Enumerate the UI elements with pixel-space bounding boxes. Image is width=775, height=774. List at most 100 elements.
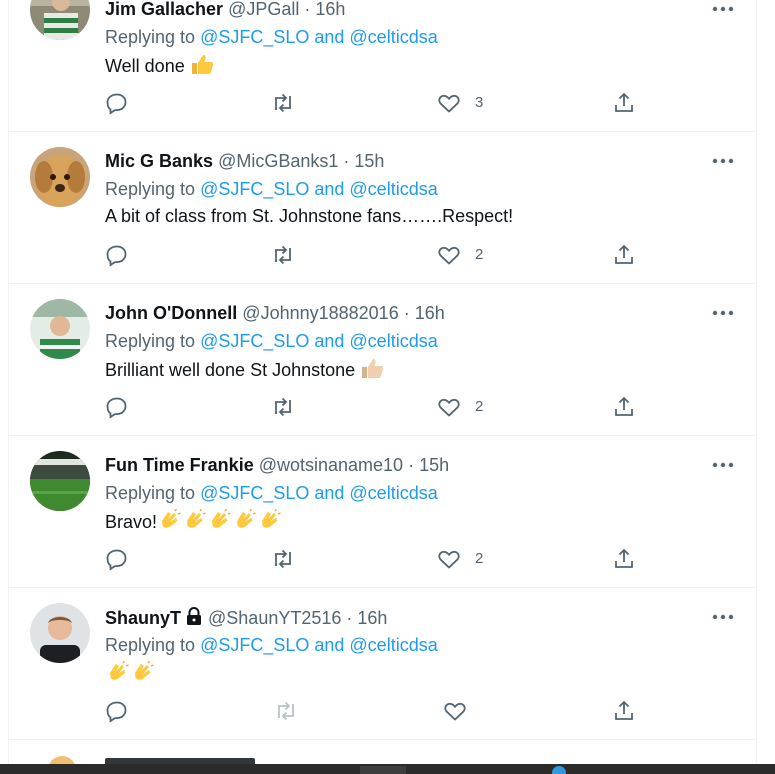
replying-to-prefix: Replying to: [105, 331, 196, 351]
retweet-icon[interactable]: [271, 547, 295, 571]
replying-to-prefix: Replying to: [105, 635, 196, 655]
separator: ·: [338, 151, 355, 171]
avatar[interactable]: [30, 603, 90, 663]
clap-emoji-icon: [257, 508, 282, 536]
timestamp[interactable]: 16h: [315, 0, 345, 19]
more-horizontal-icon[interactable]: [712, 4, 734, 14]
clap-emoji-icon: [105, 660, 130, 688]
reply-icon[interactable]: [105, 243, 129, 267]
replying-to-line: Replying to @SJFC_SLO and @celticdsa: [105, 178, 438, 200]
lock-icon: [184, 606, 204, 631]
user-handle[interactable]: @wotsinaname10: [259, 455, 403, 475]
timestamp[interactable]: 16h: [415, 303, 445, 323]
replying-to-link[interactable]: @SJFC_SLO and @celticdsa: [200, 635, 438, 655]
share-icon[interactable]: [612, 547, 636, 571]
timestamp[interactable]: 16h: [357, 608, 387, 628]
timestamp[interactable]: 15h: [419, 455, 449, 475]
clap-emoji-icon: [130, 660, 155, 688]
separator: ·: [398, 303, 415, 323]
separator: ·: [341, 608, 358, 628]
thumbs-up-emoji-icon: [360, 357, 384, 384]
tweet-text-content: Brilliant well done St Johnstone: [105, 360, 356, 380]
taskbar-button[interactable]: [360, 766, 406, 774]
display-name[interactable]: Mic G Banks: [105, 151, 213, 171]
browser-icon[interactable]: [552, 766, 566, 774]
display-name[interactable]: ShaunyT: [105, 608, 181, 628]
replying-to-link[interactable]: @SJFC_SLO and @celticdsa: [200, 331, 438, 351]
reply-tweet[interactable]: Mic G Banks @MicGBanks1 · 15h Replying t…: [9, 132, 756, 284]
user-handle[interactable]: @MicGBanks1: [218, 151, 338, 171]
more-horizontal-icon[interactable]: [712, 612, 734, 622]
os-taskbar: [0, 764, 775, 774]
separator: ·: [299, 0, 316, 19]
replying-to-prefix: Replying to: [105, 27, 196, 47]
more-horizontal-icon[interactable]: [712, 308, 734, 318]
clap-emoji-icon: [157, 508, 182, 536]
replying-to-link[interactable]: @SJFC_SLO and @celticdsa: [200, 27, 438, 47]
retweet-icon[interactable]: [271, 91, 295, 115]
avatar[interactable]: [30, 147, 90, 207]
tweet-text: [105, 660, 155, 683]
thumbs-up-emoji-icon: [190, 53, 214, 80]
replying-to-line: Replying to @SJFC_SLO and @celticdsa: [105, 26, 438, 48]
replying-to-link[interactable]: @SJFC_SLO and @celticdsa: [200, 483, 438, 503]
replying-to-line: Replying to @SJFC_SLO and @celticdsa: [105, 330, 438, 352]
share-icon[interactable]: [612, 395, 636, 419]
user-handle[interactable]: @Johnny18882016: [242, 303, 398, 323]
tweet-text: Well done: [105, 53, 214, 76]
user-handle[interactable]: @ShaunYT2516: [208, 608, 341, 628]
replying-to-link[interactable]: @SJFC_SLO and @celticdsa: [200, 179, 438, 199]
reply-icon[interactable]: [105, 91, 129, 115]
display-name[interactable]: John O'Donnell: [105, 303, 237, 323]
replying-to-prefix: Replying to: [105, 179, 196, 199]
like-count: 2: [475, 246, 484, 263]
user-handle[interactable]: @JPGall: [228, 0, 299, 19]
avatar[interactable]: [30, 451, 90, 511]
tweet-header: Jim Gallacher @JPGall · 16h: [105, 0, 345, 20]
like-count: 2: [475, 550, 484, 567]
reply-feed: Jim Gallacher @JPGall · 16h Replying to …: [8, 0, 757, 774]
timestamp[interactable]: 15h: [354, 151, 384, 171]
avatar[interactable]: [30, 299, 90, 359]
heart-icon[interactable]: [437, 547, 461, 571]
clap-emoji-icon: [207, 508, 232, 536]
tweet-text: Brilliant well done St Johnstone: [105, 357, 384, 380]
retweet-icon[interactable]: [271, 395, 295, 419]
avatar[interactable]: [30, 0, 90, 40]
more-horizontal-icon[interactable]: [712, 156, 734, 166]
heart-icon[interactable]: [443, 699, 467, 723]
display-name[interactable]: Fun Time Frankie: [105, 455, 254, 475]
like-count: 2: [475, 398, 484, 415]
reply-icon[interactable]: [105, 395, 129, 419]
reply-tweet[interactable]: Jim Gallacher @JPGall · 16h Replying to …: [9, 0, 756, 132]
share-icon[interactable]: [612, 91, 636, 115]
replying-to-prefix: Replying to: [105, 483, 196, 503]
reply-tweet[interactable]: John O'Donnell @Johnny18882016 · 16h Rep…: [9, 284, 756, 436]
tweet-text-content: Bravo!: [105, 512, 158, 532]
clap-emoji-icon: [182, 508, 207, 536]
share-icon[interactable]: [612, 243, 636, 267]
reply-icon[interactable]: [105, 547, 129, 571]
more-horizontal-icon[interactable]: [712, 460, 734, 470]
tweet-text: Bravo!: [105, 508, 282, 532]
display-name[interactable]: Jim Gallacher: [105, 0, 223, 19]
tweet-header: John O'Donnell @Johnny18882016 · 16h: [105, 302, 445, 324]
retweet-icon[interactable]: [271, 243, 295, 267]
tweet-header: Mic G Banks @MicGBanks1 · 15h: [105, 150, 384, 172]
heart-icon[interactable]: [437, 91, 461, 115]
reply-tweet[interactable]: Fun Time Frankie @wotsinaname10 · 15h Re…: [9, 436, 756, 588]
separator: ·: [403, 455, 420, 475]
replying-to-line: Replying to @SJFC_SLO and @celticdsa: [105, 482, 438, 504]
heart-icon[interactable]: [437, 243, 461, 267]
clap-emoji-icon: [232, 508, 257, 536]
tweet-text-content: A bit of class from St. Johnstone fans………: [105, 206, 514, 226]
reply-tweet[interactable]: ShaunyT @ShaunYT2516 · 16h Replying to @S…: [9, 588, 756, 740]
reply-icon[interactable]: [105, 699, 129, 723]
tweet-text-content: Well done: [105, 56, 185, 76]
share-icon[interactable]: [612, 699, 636, 723]
like-count: 3: [475, 94, 484, 111]
tweet-text: A bit of class from St. Johnstone fans………: [105, 205, 513, 227]
heart-icon[interactable]: [437, 395, 461, 419]
replying-to-line: Replying to @SJFC_SLO and @celticdsa: [105, 634, 438, 656]
retweet-disabled-icon: [278, 701, 294, 721]
